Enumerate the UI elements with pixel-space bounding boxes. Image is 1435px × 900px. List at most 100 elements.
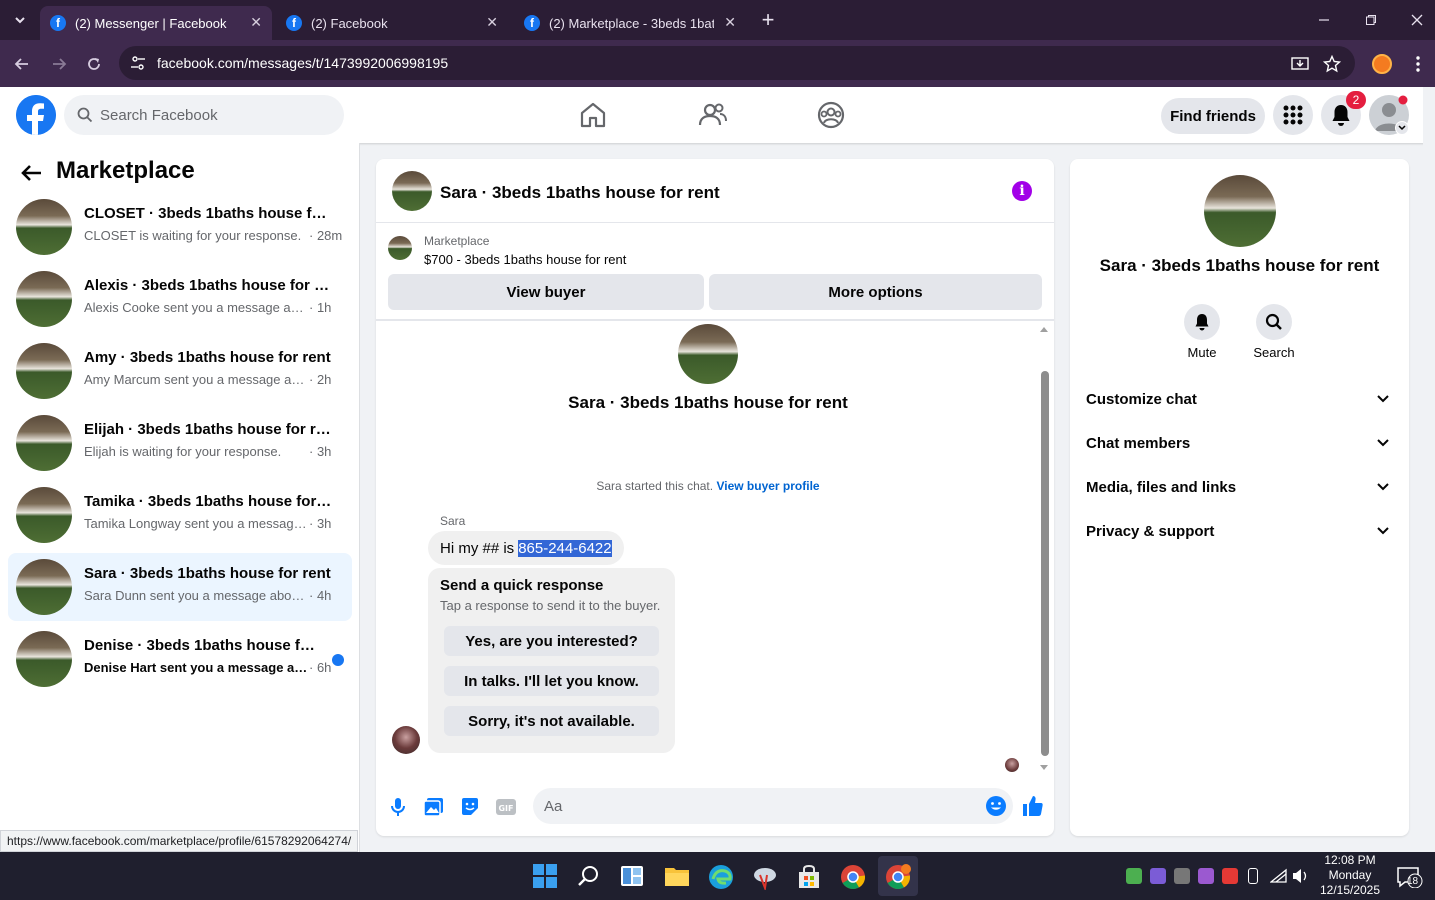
quick-response-option[interactable]: Yes, are you interested? <box>444 626 659 656</box>
view-buyer-button[interactable]: View buyer <box>388 274 704 310</box>
quick-response-card: Send a quick response Tap a response to … <box>428 568 675 753</box>
new-tab-plus-icon[interactable]: + <box>754 6 782 34</box>
more-options-button[interactable]: More options <box>709 274 1042 310</box>
tab-facebook[interactable]: f (2) Facebook ✕ <box>276 6 508 40</box>
conversation-item[interactable]: Tamika · 3beds 1baths house for rent Tam… <box>8 481 352 549</box>
windows-start-icon[interactable] <box>533 864 557 888</box>
battery-icon[interactable] <box>1248 868 1258 884</box>
chat-details-panel: Sara · 3beds 1baths house for rent Mute … <box>1070 159 1409 836</box>
listing-title[interactable]: $700 - 3beds 1baths house for rent <box>424 252 626 267</box>
chat-started-note: Sara started this chat. View buyer profi… <box>596 479 820 493</box>
reload-icon[interactable] <box>80 50 108 78</box>
facebook-logo-icon[interactable] <box>16 95 56 135</box>
customize-chat-row[interactable]: Customize chat <box>1086 391 1395 415</box>
details-listing-thumbnail <box>1204 175 1276 247</box>
extension-icon[interactable] <box>1368 50 1396 78</box>
message-bubble[interactable]: Hi my ## is 865-244-6422 <box>428 531 624 565</box>
page-scrollbar[interactable] <box>1423 87 1435 853</box>
chevron-down-icon <box>1377 395 1389 403</box>
tray-app-icon[interactable] <box>1174 868 1190 884</box>
svg-text:GIF: GIF <box>498 804 513 813</box>
listing-thumbnail <box>16 559 72 615</box>
scroll-up-arrow-icon[interactable] <box>1039 325 1049 333</box>
conversation-item[interactable]: Amy · 3beds 1baths house for rent Amy Ma… <box>8 337 352 405</box>
close-window-icon[interactable] <box>1403 6 1431 34</box>
chrome-icon[interactable] <box>840 864 866 890</box>
install-app-icon[interactable] <box>1286 50 1314 78</box>
conversation-item-unread[interactable]: Denise · 3beds 1baths house for rent Den… <box>8 625 352 693</box>
chrome-profile-icon[interactable] <box>885 864 911 890</box>
groups-icon[interactable] <box>815 99 847 131</box>
forward-arrow-icon[interactable] <box>45 50 73 78</box>
view-buyer-profile-link[interactable]: View buyer profile <box>716 479 819 493</box>
tray-app-icon[interactable] <box>1222 868 1238 884</box>
taskbar-search-icon[interactable] <box>577 864 601 888</box>
chat-listing-thumbnail[interactable] <box>392 171 432 211</box>
photo-icon[interactable] <box>423 796 445 818</box>
info-icon[interactable]: i <box>1012 181 1032 201</box>
back-arrow-icon[interactable] <box>8 50 36 78</box>
microphone-icon[interactable] <box>387 796 409 818</box>
friends-icon[interactable] <box>697 99 729 131</box>
search-in-chat-button[interactable]: Search <box>1239 304 1309 360</box>
system-clock[interactable]: 12:08 PM Monday 12/15/2025 <box>1312 853 1388 898</box>
account-chevron-down-icon[interactable] <box>1395 121 1409 135</box>
bookmark-star-icon[interactable] <box>1318 50 1346 78</box>
close-tab-icon[interactable]: ✕ <box>250 14 262 31</box>
conversation-item-selected[interactable]: Sara · 3beds 1baths house for rent Sara … <box>8 553 352 621</box>
edge-browser-icon[interactable] <box>708 864 734 890</box>
chat-title[interactable]: Sara · 3beds 1baths house for rent <box>440 183 720 203</box>
quick-response-option[interactable]: Sorry, it's not available. <box>444 706 659 736</box>
facebook-favicon-icon: f <box>286 15 302 31</box>
find-friends-button[interactable]: Find friends <box>1161 98 1265 134</box>
tab-messenger[interactable]: f (2) Messenger | Facebook ✕ <box>40 6 272 40</box>
back-arrow-icon[interactable] <box>20 161 44 185</box>
like-thumbs-up-icon[interactable] <box>1021 794 1045 818</box>
red-dot-indicator <box>1398 95 1408 105</box>
restore-icon[interactable] <box>1357 6 1385 34</box>
file-explorer-icon[interactable] <box>664 864 690 888</box>
highlighted-phone-number[interactable]: 865-244-6422 <box>518 539 612 557</box>
conversation-item[interactable]: CLOSET · 3beds 1baths house for rent CLO… <box>8 193 352 261</box>
wifi-icon[interactable] <box>1270 868 1288 884</box>
sticker-icon[interactable] <box>459 796 481 818</box>
tray-app-icon[interactable] <box>1198 868 1214 884</box>
mute-button[interactable]: Mute <box>1167 304 1237 360</box>
tray-app-icon[interactable] <box>1126 868 1142 884</box>
close-tab-icon[interactable]: ✕ <box>724 14 736 31</box>
app-icon[interactable] <box>752 864 778 890</box>
chat-scrollbar[interactable] <box>1041 371 1049 756</box>
chat-members-row[interactable]: Chat members <box>1086 435 1395 459</box>
sender-avatar[interactable] <box>392 726 420 754</box>
conversation-item[interactable]: Alexis · 3beds 1baths house for rent Ale… <box>8 265 352 333</box>
tray-app-icon[interactable] <box>1150 868 1166 884</box>
home-icon[interactable] <box>577 99 609 131</box>
close-tab-icon[interactable]: ✕ <box>486 14 498 31</box>
gif-icon[interactable]: GIF <box>495 796 517 818</box>
conversation-item[interactable]: Elijah · 3beds 1baths house for rent Eli… <box>8 409 352 477</box>
minimize-icon[interactable] <box>1310 6 1338 34</box>
browser-tab-bar: f (2) Messenger | Facebook ✕ f (2) Faceb… <box>0 0 1435 40</box>
site-settings-icon[interactable] <box>130 55 146 71</box>
store-icon[interactable] <box>796 864 822 890</box>
privacy-support-row[interactable]: Privacy & support <box>1086 523 1395 547</box>
sender-name: Sara <box>440 514 466 528</box>
status-bar-url: https://www.facebook.com/marketplace/pro… <box>0 830 359 852</box>
quick-response-option[interactable]: In talks. I'll let you know. <box>444 666 659 696</box>
listing-thumbnail <box>16 487 72 543</box>
tab-marketplace[interactable]: f (2) Marketplace - 3beds 1baths ✕ <box>514 6 746 40</box>
browser-menu-icon[interactable] <box>1404 50 1432 78</box>
emoji-icon[interactable] <box>985 795 1007 817</box>
tab-search-chevron-icon[interactable] <box>6 6 34 34</box>
widgets-icon[interactable] <box>620 864 644 888</box>
search-icon <box>77 107 93 123</box>
scroll-down-arrow-icon[interactable] <box>1039 764 1049 772</box>
menu-grid-icon[interactable] <box>1273 95 1313 135</box>
chevron-down-icon <box>1377 527 1389 535</box>
media-files-links-row[interactable]: Media, files and links <box>1086 479 1395 503</box>
facebook-search-input[interactable]: Search Facebook <box>64 95 344 135</box>
url-omnibox[interactable]: facebook.com/messages/t/1473992006998195 <box>119 46 1355 80</box>
volume-icon[interactable] <box>1292 868 1310 884</box>
message-input[interactable]: Aa <box>533 788 1013 824</box>
chat-intro-title: Sara · 3beds 1baths house for rent <box>568 393 848 412</box>
